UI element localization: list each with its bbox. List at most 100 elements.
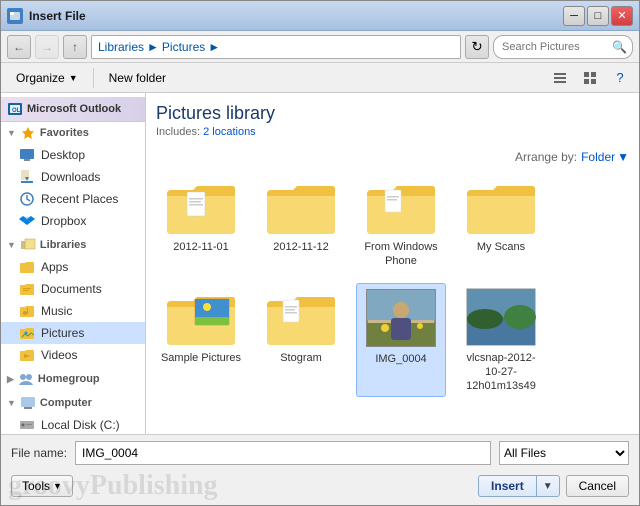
sidebar-item-videos[interactable]: Videos <box>1 344 145 366</box>
title-icon <box>7 8 23 24</box>
breadcrumb-pictures[interactable]: Pictures <box>162 40 205 54</box>
favorites-icon <box>20 125 36 141</box>
documents-label: Documents <box>41 282 102 296</box>
up-button[interactable]: ↑ <box>63 35 87 59</box>
dropbox-icon <box>19 213 35 229</box>
photo-img-0004-icon <box>365 288 437 348</box>
search-input[interactable] <box>493 35 633 59</box>
close-button[interactable]: ✕ <box>611 6 633 26</box>
filename-input[interactable] <box>75 441 491 465</box>
tools-button[interactable]: Tools ▼ <box>11 475 73 497</box>
maximize-button[interactable]: □ <box>587 6 609 26</box>
arrange-value-button[interactable]: Folder ▼ <box>581 150 629 164</box>
recent-icon <box>19 191 35 207</box>
breadcrumb-libraries[interactable]: Libraries <box>98 40 144 54</box>
back-button[interactable]: ← <box>7 35 31 59</box>
view-list-button[interactable] <box>547 67 573 89</box>
window-title: Insert File <box>29 9 563 23</box>
videos-label: Videos <box>41 348 77 362</box>
arrange-value: Folder <box>581 150 615 164</box>
libraries-label: Libraries <box>40 239 86 251</box>
file-label-sample-pictures: Sample Pictures <box>161 351 241 365</box>
sidebar-item-c-drive[interactable]: Local Disk (C:) <box>1 414 145 434</box>
tools-label: Tools <box>22 479 50 493</box>
insert-button[interactable]: Insert <box>478 475 536 497</box>
sidebar-favorites-header[interactable]: ▼ Favorites <box>1 122 145 144</box>
sidebar-item-recent[interactable]: Recent Places <box>1 188 145 210</box>
file-label-stogram: Stogram <box>280 351 322 365</box>
file-icon-2012-11-01[interactable]: 2012-11-01 <box>156 172 246 273</box>
computer-icon <box>20 395 36 411</box>
refresh-button[interactable]: ↻ <box>465 35 489 59</box>
music-label: Music <box>41 304 72 318</box>
view-grid-button[interactable] <box>577 67 603 89</box>
outlook-label: Microsoft Outlook <box>27 103 121 115</box>
address-breadcrumb[interactable]: Libraries ► Pictures ► <box>91 35 461 59</box>
title-bar: Insert File ─ □ ✕ <box>1 1 639 31</box>
dropbox-label: Dropbox <box>41 214 86 228</box>
homegroup-label: Homegroup <box>38 373 100 385</box>
library-title: Pictures library <box>156 103 629 124</box>
toolbar: Organize ▼ New folder ? <box>1 63 639 93</box>
libraries-icon <box>20 237 36 253</box>
file-icon-2012-11-12[interactable]: 2012-11-12 <box>256 172 346 273</box>
folder-from-windows-phone-icon <box>365 176 437 236</box>
file-icon-from-windows-phone[interactable]: From Windows Phone <box>356 172 446 273</box>
favorites-chevron-icon: ▼ <box>7 128 16 138</box>
icons-grid: 2012-11-01 2012-11-12 <box>156 172 629 397</box>
locations-link[interactable]: 2 locations <box>203 126 256 138</box>
sidebar-item-downloads[interactable]: Downloads <box>1 166 145 188</box>
libraries-chevron-icon: ▼ <box>7 240 16 250</box>
folder-2012-11-12-icon <box>265 176 337 236</box>
sidebar-item-apps[interactable]: Apps <box>1 256 145 278</box>
toolbar-right: ? <box>547 67 633 89</box>
file-icon-stogram[interactable]: Stogram <box>256 283 346 398</box>
sidebar-homegroup-section: ▶ Homegroup <box>1 368 145 390</box>
pictures-label: Pictures <box>41 326 84 340</box>
file-icon-vlcsnap[interactable]: vlcsnap-2012-10-27-12h01m13s49 <box>456 283 546 398</box>
insert-file-dialog: Insert File ─ □ ✕ ← → ↑ Libraries ► Pict… <box>0 0 640 506</box>
sidebar-computer-section: ▼ Computer Local Disk (C:) Local Disk (D… <box>1 392 145 434</box>
folder-my-scans-icon <box>465 176 537 236</box>
organize-label: Organize <box>16 71 65 85</box>
minimize-button[interactable]: ─ <box>563 6 585 26</box>
sidebar-item-music[interactable]: Music <box>1 300 145 322</box>
file-area: Pictures library Includes: 2 locations A… <box>146 93 639 434</box>
insert-dropdown-button[interactable]: ▼ <box>536 475 560 497</box>
sidebar-outlook: OL Microsoft Outlook <box>1 97 145 122</box>
cancel-button[interactable]: Cancel <box>566 475 629 497</box>
sidebar-item-documents[interactable]: Documents <box>1 278 145 300</box>
desktop-icon <box>19 147 35 163</box>
homegroup-icon <box>18 371 34 387</box>
desktop-label: Desktop <box>41 148 85 162</box>
file-icon-my-scans[interactable]: My Scans <box>456 172 546 273</box>
filetype-select[interactable]: All Files <box>499 441 629 465</box>
downloads-label: Downloads <box>41 170 100 184</box>
sidebar-computer-header[interactable]: ▼ Computer <box>1 392 145 414</box>
photo-vlcsnap-icon <box>465 287 537 347</box>
c-drive-label: Local Disk (C:) <box>41 418 120 432</box>
arrange-bar: Arrange by: Folder ▼ <box>156 150 629 164</box>
music-icon <box>19 303 35 319</box>
folder-sample-pictures-icon <box>165 287 237 347</box>
sidebar-item-desktop[interactable]: Desktop <box>1 144 145 166</box>
tools-chevron-icon: ▼ <box>53 481 62 491</box>
sidebar-item-dropbox[interactable]: Dropbox <box>1 210 145 232</box>
list-view-icon <box>553 71 567 85</box>
pictures-icon <box>19 325 35 341</box>
organize-button[interactable]: Organize ▼ <box>7 68 87 88</box>
forward-button[interactable]: → <box>35 35 59 59</box>
file-label-2012-11-01: 2012-11-01 <box>173 240 228 254</box>
apps-label: Apps <box>41 260 68 274</box>
sidebar-libraries-section: ▼ Libraries Apps Documents Music <box>1 234 145 366</box>
new-folder-button[interactable]: New folder <box>100 68 175 88</box>
file-icon-sample-pictures[interactable]: Sample Pictures <box>156 283 246 398</box>
downloads-icon <box>19 169 35 185</box>
help-button[interactable]: ? <box>607 67 633 89</box>
homegroup-chevron-icon: ▶ <box>7 374 14 385</box>
sidebar-homegroup-header[interactable]: ▶ Homegroup <box>1 368 145 390</box>
sidebar-libraries-header[interactable]: ▼ Libraries <box>1 234 145 256</box>
file-label-vlcsnap: vlcsnap-2012-10-27-12h01m13s49 <box>460 351 542 394</box>
sidebar-item-pictures[interactable]: Pictures <box>1 322 145 344</box>
file-icon-img-0004[interactable]: IMG_0004 <box>356 283 446 398</box>
